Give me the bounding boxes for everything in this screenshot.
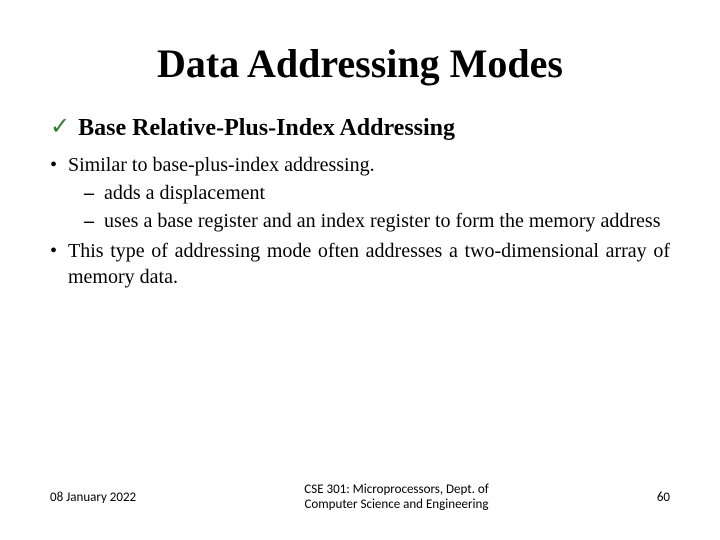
subheading-text: Base Relative-Plus-Index Addressing: [78, 115, 455, 142]
bullet-level2: – uses a base register and an index regi…: [84, 208, 670, 234]
bullet-text: This type of addressing mode often addre…: [68, 238, 670, 290]
footer-date: 08 January 2022: [50, 490, 156, 505]
dash-icon: –: [84, 180, 104, 206]
bullet-level1: • Similar to base-plus-index addressing.: [50, 152, 670, 178]
body-content: • Similar to base-plus-index addressing.…: [50, 152, 670, 290]
bullet-text: Similar to base-plus-index addressing.: [68, 152, 670, 178]
slide: Data Addressing Modes ✓ Base Relative-Pl…: [0, 0, 720, 540]
footer-center-line1: CSE 301: Microprocessors, Dept. of: [156, 482, 637, 497]
dash-icon: –: [84, 208, 104, 234]
footer-center-line2: Computer Science and Engineering: [156, 497, 637, 512]
checkmark-icon: ✓: [50, 115, 70, 139]
bullet-icon: •: [50, 238, 68, 290]
slide-title: Data Addressing Modes: [50, 40, 670, 87]
footer-center: CSE 301: Microprocessors, Dept. of Compu…: [156, 482, 637, 512]
bullet-icon: •: [50, 152, 68, 178]
bullet-level2: – adds a displacement: [84, 180, 670, 206]
footer: 08 January 2022 CSE 301: Microprocessors…: [50, 482, 670, 512]
bullet-text: uses a base register and an index regist…: [104, 208, 670, 234]
subheading-row: ✓ Base Relative-Plus-Index Addressing: [50, 115, 670, 142]
footer-page-number: 60: [637, 490, 670, 505]
bullet-text: adds a displacement: [104, 180, 670, 206]
bullet-level1: • This type of addressing mode often add…: [50, 238, 670, 290]
